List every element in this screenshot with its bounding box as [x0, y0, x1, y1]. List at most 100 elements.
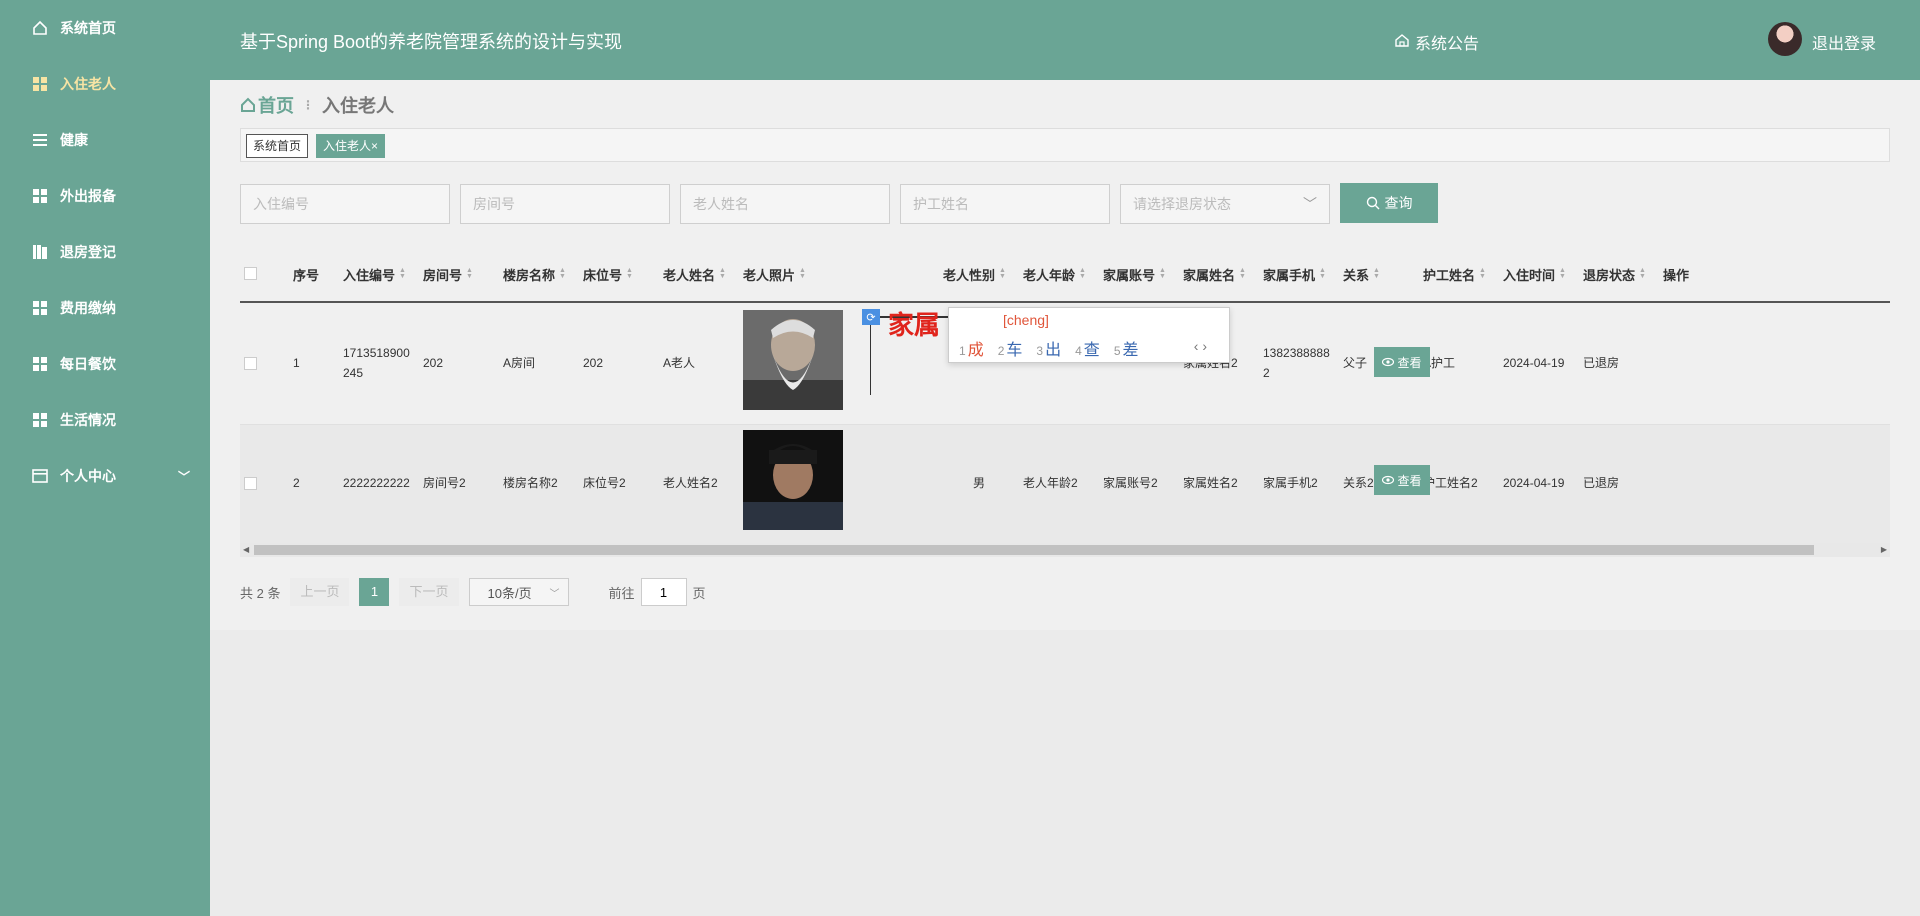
- page-size-select[interactable]: 10条/页 ﹀: [468, 578, 569, 606]
- th-photo[interactable]: 老人照片 ▲ ▼: [743, 245, 806, 303]
- cell-room: 202: [423, 356, 444, 370]
- sidebar-item-fees[interactable]: 费用缴纳: [0, 280, 210, 336]
- total-count: 共 2 条: [240, 585, 281, 601]
- page-number-current[interactable]: 1: [359, 578, 390, 606]
- avatar[interactable]: [1768, 22, 1802, 56]
- prev-page-button[interactable]: 上一页: [290, 578, 350, 606]
- sidebar-item-life[interactable]: 生活情况: [0, 392, 210, 448]
- sidebar: 系统首页 入住老人 健康 外出报备 退房登记 费用缴纳 每日餐饮 生活情况 个人…: [0, 0, 210, 916]
- sort-icon[interactable]: ▲ ▼: [1559, 267, 1566, 280]
- ime-candidate[interactable]: 1成: [959, 336, 984, 360]
- th-age[interactable]: 老人年龄 ▲ ▼: [1023, 245, 1086, 303]
- ime-candidate[interactable]: 2车: [998, 336, 1023, 360]
- elder-photo: [743, 310, 843, 410]
- sort-icon[interactable]: ▲ ▼: [799, 267, 806, 280]
- elder-name-input[interactable]: [680, 184, 890, 224]
- sidebar-item-label: 退房登记: [60, 244, 116, 260]
- query-button[interactable]: 查询: [1340, 183, 1438, 223]
- notice-link[interactable]: 系统公告: [1395, 30, 1479, 54]
- sidebar-item-checkout[interactable]: 退房登记: [0, 224, 210, 280]
- nurse-name-input[interactable]: [900, 184, 1110, 224]
- breadcrumb-home[interactable]: 首页: [240, 92, 294, 118]
- logout-link[interactable]: 退出登录: [1812, 30, 1876, 54]
- row-checkbox[interactable]: [244, 477, 257, 490]
- scroll-right-icon[interactable]: ▶: [1881, 543, 1887, 557]
- sort-icon[interactable]: ▲ ▼: [1159, 267, 1166, 280]
- sort-icon[interactable]: ▲ ▼: [1319, 267, 1326, 280]
- th-status[interactable]: 退房状态 ▲ ▼: [1583, 245, 1646, 303]
- goto-page-input[interactable]: [640, 578, 687, 606]
- sidebar-item-health[interactable]: 健康: [0, 112, 210, 168]
- table-header: 序号 入住编号 ▲ ▼ 房间号 ▲ ▼ 楼房名称 ▲ ▼ 床位号 ▲ ▼ 老人姓名 ▲ ▼ 老人照片…: [240, 245, 1890, 303]
- ime-candidate[interactable]: 4查: [1075, 336, 1100, 360]
- breadcrumb: 首页 ⋮ 入住老人: [240, 92, 394, 118]
- refresh-icon[interactable]: ⟳: [862, 309, 880, 325]
- search-icon: [1366, 196, 1379, 210]
- tag-elders[interactable]: 入住老人×: [316, 134, 386, 158]
- select-all-checkbox[interactable]: [244, 267, 257, 280]
- sidebar-item-home[interactable]: 系统首页: [0, 0, 210, 56]
- cell-checkin-no: 1713518900 245: [343, 346, 410, 380]
- row-checkbox[interactable]: [244, 357, 257, 370]
- cell-checkin-date: 2024-04-19: [1503, 356, 1565, 370]
- scroll-left-icon[interactable]: ◀: [243, 543, 249, 557]
- breadcrumb-separator: ⋮: [302, 98, 314, 112]
- th-relation[interactable]: 关系 ▲ ▼: [1343, 245, 1380, 303]
- sort-icon[interactable]: ▲ ▼: [626, 267, 633, 280]
- main-content: 首页 ⋮ 入住老人 系统首页 入住老人× 请选择退房状态 ﹀ 查询 序号 入住编…: [210, 80, 1920, 630]
- checkout-status-select[interactable]: 请选择退房状态 ﹀: [1120, 184, 1330, 224]
- ime-page-nav[interactable]: ‹ ›: [1194, 338, 1207, 354]
- sort-icon[interactable]: ▲ ▼: [559, 267, 566, 280]
- cell-elder-name: 老人姓名2: [663, 476, 718, 490]
- sort-icon[interactable]: ▲ ▼: [999, 267, 1006, 280]
- horizontal-scrollbar[interactable]: ◀ ▶: [240, 543, 1890, 557]
- grid-icon: [30, 75, 50, 93]
- tag-home[interactable]: 系统首页: [246, 134, 309, 158]
- view-label: 查看: [1397, 473, 1422, 488]
- sidebar-item-elders[interactable]: 入住老人: [0, 56, 210, 112]
- sort-icon[interactable]: ▲ ▼: [1373, 267, 1380, 280]
- cell-family-account: 家属账号2: [1103, 476, 1158, 490]
- ime-composition-box: [870, 315, 880, 395]
- th-checkin-date[interactable]: 入住时间 ▲ ▼: [1503, 245, 1566, 303]
- th-family-name[interactable]: 家属姓名 ▲ ▼: [1183, 245, 1246, 303]
- th-bed[interactable]: 床位号 ▲ ▼: [583, 245, 633, 303]
- next-page-button[interactable]: 下一页: [399, 578, 459, 606]
- sidebar-item-profile[interactable]: 个人中心 ﹀: [0, 448, 210, 504]
- book-icon: [30, 243, 50, 261]
- sort-icon[interactable]: ▲ ▼: [1079, 267, 1086, 280]
- sort-icon[interactable]: ▲ ▼: [719, 267, 726, 280]
- th-family-phone[interactable]: 家属手机 ▲ ▼: [1263, 245, 1326, 303]
- th-gender[interactable]: 老人性别 ▲ ▼: [943, 245, 1006, 303]
- cell-age: 老人年龄2: [1023, 476, 1078, 490]
- chevron-down-icon: ﹀: [178, 469, 191, 484]
- room-no-input[interactable]: [460, 184, 670, 224]
- grid-icon: [30, 187, 50, 205]
- sort-icon[interactable]: ▲ ▼: [1239, 267, 1246, 280]
- view-button[interactable]: 查看: [1374, 465, 1430, 495]
- ime-candidate[interactable]: 3出: [1036, 336, 1061, 360]
- ime-candidate[interactable]: 5差: [1114, 336, 1139, 360]
- cell-relation: 父子: [1343, 356, 1368, 370]
- checkin-no-input[interactable]: [240, 184, 450, 224]
- th-nurse[interactable]: 护工姓名 ▲ ▼: [1423, 245, 1486, 303]
- th-family-account[interactable]: 家属账号 ▲ ▼: [1103, 245, 1166, 303]
- elder-photo: [743, 430, 843, 530]
- th-building[interactable]: 楼房名称 ▲ ▼: [503, 245, 566, 303]
- th-room[interactable]: 房间号 ▲ ▼: [423, 245, 473, 303]
- close-icon[interactable]: ×: [371, 139, 378, 153]
- sidebar-item-meals[interactable]: 每日餐饮: [0, 336, 210, 392]
- sort-icon[interactable]: ▲ ▼: [1479, 267, 1486, 280]
- view-label: 查看: [1397, 355, 1422, 370]
- view-button[interactable]: 查看: [1374, 347, 1430, 377]
- th-elder-name[interactable]: 老人姓名 ▲ ▼: [663, 245, 726, 303]
- sort-icon[interactable]: ▲ ▼: [466, 267, 473, 280]
- th-checkin-no[interactable]: 入住编号 ▲ ▼: [343, 245, 406, 303]
- sort-icon[interactable]: ▲ ▼: [399, 267, 406, 280]
- breadcrumb-current: 入住老人: [322, 96, 394, 116]
- scroll-thumb[interactable]: [254, 545, 1814, 555]
- sidebar-item-outing[interactable]: 外出报备: [0, 168, 210, 224]
- th-action: 操作: [1663, 267, 1690, 283]
- tags-bar: 系统首页 入住老人×: [240, 128, 1890, 162]
- sort-icon[interactable]: ▲ ▼: [1639, 267, 1646, 280]
